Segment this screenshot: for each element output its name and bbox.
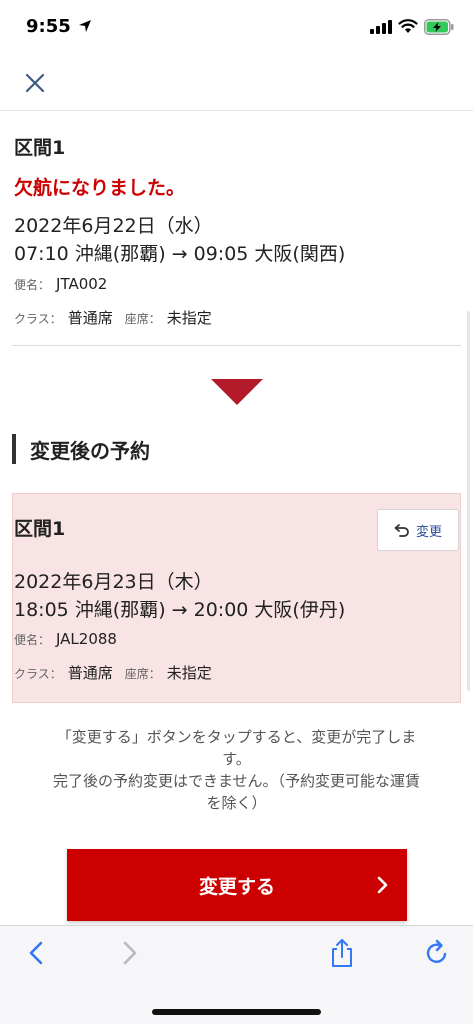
browser-toolbar [0, 925, 473, 1024]
class-label: クラス： [14, 312, 62, 326]
new-route: 18:05 沖縄(那覇) → 20:00 大阪(伊丹) [14, 599, 346, 621]
new-flight-row: 便名： JAL2088 [14, 630, 129, 648]
original-flight-row: 便名： JTA002 [14, 275, 119, 293]
status-time: 9:55 [26, 16, 71, 37]
notice-line: を除く） [206, 794, 267, 812]
confirm-button-label: 変更する [198, 875, 275, 898]
original-route: 07:10 沖縄(那覇) → 09:05 大阪(関西) [14, 243, 346, 265]
seat-label: 座席： [124, 312, 161, 326]
new-class-row: クラス： 普通席 座席： 未指定 [14, 662, 224, 683]
battery-charging-icon [424, 19, 454, 35]
home-indicator [152, 1009, 321, 1015]
share-icon[interactable] [327, 938, 357, 968]
cancellation-notice: 欠航になりました。 [14, 177, 186, 199]
forward-icon[interactable] [114, 938, 144, 968]
change-segment-button[interactable]: 変更 [377, 509, 459, 551]
location-arrow-icon [79, 20, 91, 32]
confirm-change-button[interactable]: 変更する [67, 849, 407, 921]
new-booking-heading: 変更後の予約 [12, 433, 150, 465]
change-button-label: 変更 [415, 524, 442, 540]
heading-bar [12, 434, 16, 464]
chevron-right-icon [377, 876, 388, 894]
cellular-signal-icon [370, 20, 392, 34]
back-icon[interactable] [22, 938, 52, 968]
original-date: 2022年6月22日（水） [14, 215, 213, 237]
change-notice: 「変更する」ボタンをタップすると、変更が完了しま す。 完了後の予約変更はできま… [8, 726, 465, 814]
class-label: クラス： [14, 667, 62, 681]
seat-value: 未指定 [166, 309, 212, 327]
original-segment-title: 区間1 [14, 137, 66, 159]
content-area[interactable]: 区間1 欠航になりました。 2022年6月22日（水） 07:10 沖縄(那覇)… [0, 111, 473, 925]
new-booking-heading-text: 変更後の予約 [30, 438, 150, 463]
flight-label: 便名： [14, 633, 51, 647]
flight-label: 便名： [14, 278, 51, 292]
reload-icon[interactable] [422, 938, 452, 968]
header [0, 56, 473, 111]
class-value: 普通席 [67, 309, 113, 327]
divider [12, 345, 461, 346]
wifi-icon [398, 19, 418, 33]
new-date: 2022年6月23日（木） [14, 571, 213, 593]
close-icon[interactable] [22, 70, 48, 96]
down-arrow-icon [211, 379, 263, 405]
seat-value: 未指定 [166, 664, 212, 682]
status-bar: 9:55 [0, 0, 473, 56]
notice-line: 「変更する」ボタンをタップすると、変更が完了しま [56, 728, 417, 746]
notice-line: 完了後の予約変更はできません。（予約変更可能な運賃 [52, 772, 421, 790]
flight-number: JAL2088 [56, 630, 117, 648]
new-segment-title: 区間1 [14, 518, 66, 540]
undo-icon [394, 524, 409, 537]
class-value: 普通席 [67, 664, 113, 682]
original-class-row: クラス： 普通席 座席： 未指定 [14, 307, 224, 328]
new-booking-card: 区間1 変更 2022年6月23日（木） 18:05 沖縄(那覇) → 20:0… [12, 493, 461, 703]
notice-line: す。 [222, 750, 251, 768]
scroll-indicator[interactable] [467, 311, 470, 691]
seat-label: 座席： [124, 667, 161, 681]
flight-number: JTA002 [56, 275, 108, 293]
